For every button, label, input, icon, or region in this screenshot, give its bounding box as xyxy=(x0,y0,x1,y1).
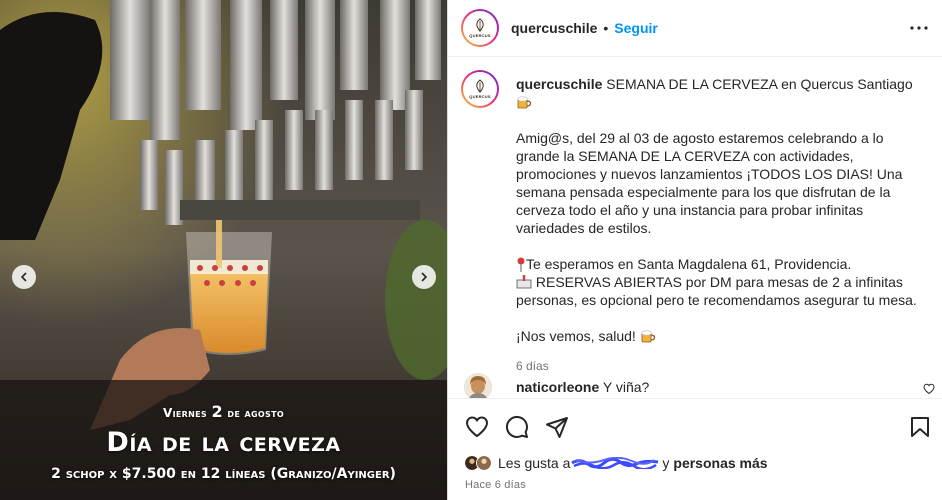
likes-and: y xyxy=(662,455,670,471)
author-avatar-image: QUERCUS xyxy=(463,11,497,45)
likes-summary: Les gusta a y personas más xyxy=(464,455,768,471)
chevron-right-icon xyxy=(421,272,428,282)
redacted-name-scribble xyxy=(571,457,659,469)
author-avatar[interactable]: QUERCUS xyxy=(461,9,499,47)
beer-mug-icon xyxy=(640,330,655,343)
more-options-button[interactable] xyxy=(909,20,929,36)
caption-location-line: Te esperamos en Santa Magdalena 61, Prov… xyxy=(516,255,921,273)
likes-prefix: Les gusta a xyxy=(498,455,571,471)
promo-date-day: 2 xyxy=(211,402,223,421)
comment-body: Y viña? xyxy=(602,379,650,395)
save-bookmark-icon[interactable] xyxy=(908,415,932,439)
promo-date-weekday: Viernes xyxy=(163,406,207,420)
chevron-left-icon xyxy=(20,272,27,282)
caption-author-avatar[interactable]: QUERCUS xyxy=(461,70,499,108)
commenter-avatar[interactable] xyxy=(464,373,492,398)
liker-avatar xyxy=(476,455,492,471)
comment-item: naticorleone Y viña? xyxy=(464,373,649,398)
caption-reservations-line: RESERVAS ABIERTAS por DM para mesas de 2… xyxy=(516,273,921,309)
caption-closing-line: ¡Nos vemos, salud! xyxy=(516,327,921,345)
carousel-prev-button[interactable] xyxy=(12,265,36,289)
caption-first-line: quercuschile SEMANA DE LA CERVEZA en Que… xyxy=(516,75,921,111)
caption-location-text: Te esperamos en Santa Magdalena 61, Prov… xyxy=(526,256,852,272)
quercus-leaf-icon xyxy=(476,79,484,93)
comment-bubble-icon[interactable] xyxy=(505,415,529,439)
post-header: QUERCUS quercuschile • Seguir xyxy=(448,0,942,57)
author-username[interactable]: quercuschile xyxy=(511,20,597,36)
caption-paragraph: Amig@s, del 29 al 03 de agosto estaremos… xyxy=(516,130,903,236)
promo-title: Día de la cerveza xyxy=(106,427,341,458)
promo-date-month: de agosto xyxy=(227,406,284,420)
caption-author-avatar-image: QUERCUS xyxy=(463,72,497,106)
caption-reservations-text: RESERVAS ABIERTAS por DM para mesas de 2… xyxy=(516,274,917,308)
like-heart-icon[interactable] xyxy=(465,415,489,439)
beer-mug-icon xyxy=(517,96,532,109)
post-timestamp[interactable]: Hace 6 días xyxy=(465,479,526,491)
comment-like-heart-icon[interactable] xyxy=(923,383,935,395)
brand-logo-text: QUERCUS xyxy=(469,33,491,38)
quercus-leaf-icon xyxy=(476,18,484,32)
post-side-panel: QUERCUS quercuschile • Seguir QUERCUS qu… xyxy=(447,0,942,500)
round-pushpin-icon xyxy=(517,257,525,272)
caption-username[interactable]: quercuschile xyxy=(516,76,602,92)
post-actions-section: Les gusta a y personas más Hace 6 días xyxy=(448,398,942,500)
promo-subtitle: 2 schop x $7.500 en 12 líneas (Granizo/A… xyxy=(51,466,396,482)
inbox-tray-icon xyxy=(516,275,532,289)
promo-overlay: Viernes 2 de agosto Día de la cerveza 2 … xyxy=(0,402,447,482)
brand-logo-text: QUERCUS xyxy=(469,94,491,99)
liker-avatars[interactable] xyxy=(464,455,492,471)
likes-others-link[interactable]: personas más xyxy=(673,455,767,471)
action-bar xyxy=(465,415,569,439)
caption-title: SEMANA DE LA CERVEZA en Quercus Santiago xyxy=(606,76,913,92)
separator-dot: • xyxy=(603,20,609,36)
caption: quercuschile SEMANA DE LA CERVEZA en Que… xyxy=(516,75,921,375)
commenter-avatar-image xyxy=(464,373,492,398)
post-media[interactable]: Viernes 2 de agosto Día de la cerveza 2 … xyxy=(0,0,447,500)
more-horizontal-icon xyxy=(910,26,928,30)
comment-text: naticorleone Y viña? xyxy=(516,379,649,395)
promo-date: Viernes 2 de agosto xyxy=(0,402,447,421)
caption-closing-text: ¡Nos vemos, salud! xyxy=(516,328,636,344)
follow-button[interactable]: Seguir xyxy=(614,20,658,36)
comment-username[interactable]: naticorleone xyxy=(516,379,599,395)
carousel-next-button[interactable] xyxy=(412,265,436,289)
share-paper-plane-icon[interactable] xyxy=(545,415,569,439)
comments-scroll-area[interactable]: QUERCUS quercuschile SEMANA DE LA CERVEZ… xyxy=(448,58,942,398)
